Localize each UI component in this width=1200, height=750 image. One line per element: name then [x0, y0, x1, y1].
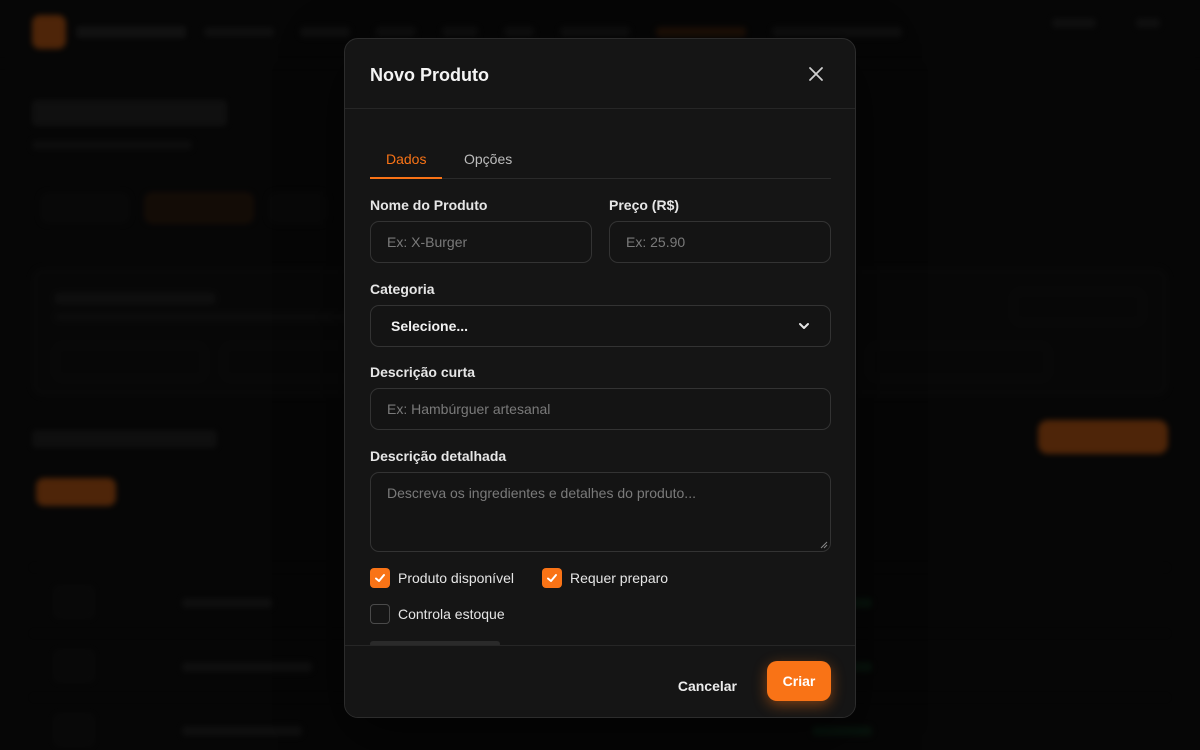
price-label: Preço (R$): [609, 197, 680, 213]
product-name-label: Nome do Produto: [370, 197, 488, 213]
requires-prep-checkbox[interactable]: [542, 568, 562, 588]
resize-grip-icon[interactable]: [820, 541, 828, 549]
modal-tabs: Dados Opções: [370, 139, 831, 179]
cancel-button[interactable]: Cancelar: [676, 666, 739, 706]
long-description-textarea[interactable]: [370, 472, 831, 552]
product-name-input[interactable]: [370, 221, 592, 263]
tab-opcoes[interactable]: Opções: [448, 139, 528, 179]
category-selected-value: Selecione...: [391, 318, 469, 334]
category-label: Categoria: [370, 281, 435, 297]
tab-dados[interactable]: Dados: [370, 139, 443, 179]
stock-control-checkbox-label: Controla estoque: [398, 606, 505, 622]
available-checkbox-row[interactable]: Produto disponível: [370, 568, 514, 588]
modal-header: Novo Produto: [345, 39, 855, 109]
stock-control-checkbox-row[interactable]: Controla estoque: [370, 604, 505, 624]
short-description-label: Descrição curta: [370, 364, 476, 380]
price-input[interactable]: [609, 221, 831, 263]
create-button[interactable]: Criar: [767, 661, 831, 701]
short-description-input[interactable]: [370, 388, 831, 430]
check-icon: [375, 574, 385, 582]
close-icon[interactable]: [807, 65, 825, 83]
requires-prep-checkbox-label: Requer preparo: [570, 570, 669, 586]
chevron-down-icon: [799, 323, 809, 329]
available-checkbox[interactable]: [370, 568, 390, 588]
long-description-label: Descrição detalhada: [370, 448, 507, 464]
category-select[interactable]: Selecione...: [370, 305, 831, 347]
modal-title: Novo Produto: [370, 65, 489, 85]
new-product-modal: Novo Produto Dados Opções Nome do Produt…: [344, 38, 856, 718]
stock-control-checkbox[interactable]: [370, 604, 390, 624]
modal-footer: Cancelar Criar: [345, 645, 855, 717]
requires-prep-checkbox-row[interactable]: Requer preparo: [542, 568, 668, 588]
available-checkbox-label: Produto disponível: [398, 570, 514, 586]
check-icon: [547, 574, 557, 582]
